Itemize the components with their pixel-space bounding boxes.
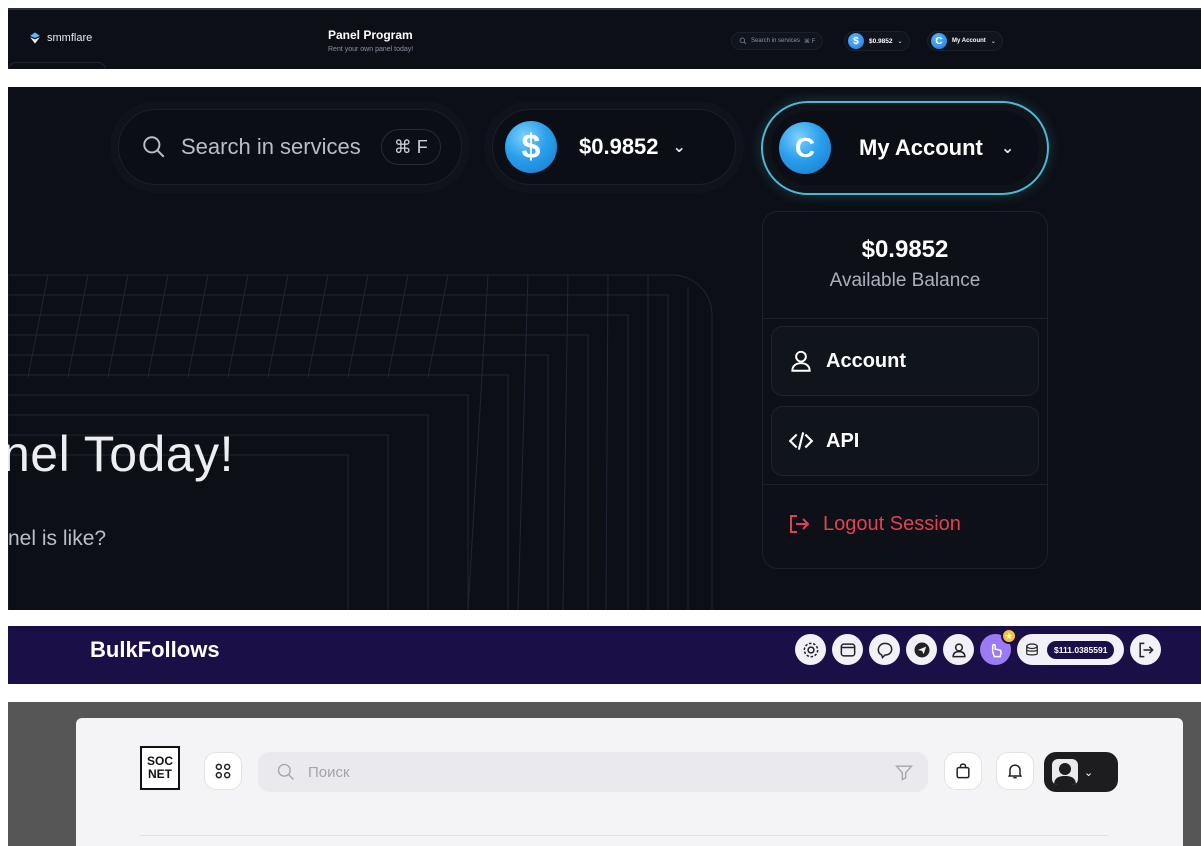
profile-menu-button[interactable]: ⌄ — [1044, 752, 1118, 792]
avatar: C — [779, 122, 831, 174]
search-button[interactable]: Search in services ⌘ F — [118, 109, 462, 185]
hero-description: nel is like? — [8, 527, 107, 550]
settings-icon — [803, 642, 818, 657]
support-button[interactable] — [869, 634, 900, 665]
menu-divider — [763, 484, 1047, 485]
support-icon — [877, 642, 892, 659]
chevron-down-icon: ⌄ — [1084, 766, 1094, 779]
menu-item-api[interactable]: API — [771, 406, 1039, 476]
socnet-logo[interactable]: SOC NET — [140, 746, 180, 790]
dollar-coin-icon: $ — [848, 33, 864, 49]
notifications-button[interactable] — [996, 752, 1034, 790]
brand-logo[interactable]: BulkFollows — [90, 637, 220, 663]
header-icon-bar: ★ $111.0385591 — [795, 628, 1162, 665]
page-subtitle: Rent your own panel today! — [328, 46, 414, 53]
coins-icon — [1026, 642, 1038, 655]
logout-icon — [790, 515, 810, 533]
pointer-button[interactable]: ★ — [980, 628, 1017, 665]
menu-item-label: Account — [826, 349, 906, 372]
balance-value: $111.0385591 — [1047, 640, 1115, 659]
user-icon — [791, 350, 811, 372]
shopping-bag-icon — [956, 763, 970, 779]
logout-button[interactable]: Logout Session — [787, 512, 961, 536]
socnet-header: SOC NET Поиск ⌄ — [8, 702, 1201, 846]
search-icon — [143, 136, 165, 158]
code-icon — [788, 432, 814, 450]
logo-text: smmflare — [47, 32, 93, 44]
dollar-coin-icon: $ — [505, 121, 557, 173]
filter-icon[interactable] — [894, 762, 914, 782]
balance-value: $0.9852 — [869, 37, 893, 45]
balance-button[interactable]: $111.0385591 — [1017, 634, 1125, 665]
avatar — [1052, 759, 1078, 785]
account-dropdown-view: nel Today! nel is like? Search in servic… — [8, 87, 1201, 610]
chevron-down-icon: ⌄ — [1000, 140, 1015, 157]
bulkfollows-header: BulkFollows ★ $111.0385591 — [8, 626, 1201, 684]
settings-button[interactable] — [795, 634, 826, 665]
wallet-icon — [840, 642, 855, 657]
wallet-button[interactable] — [832, 634, 863, 665]
logout-icon — [1139, 642, 1154, 657]
menu-divider — [763, 318, 1047, 319]
hand-pointer-icon — [991, 643, 1002, 657]
chevron-down-icon: ⌄ — [990, 38, 996, 45]
search-button[interactable]: Search in services ⌘ F — [731, 32, 824, 50]
search-icon — [739, 37, 747, 45]
telegram-icon — [914, 642, 929, 657]
header-tab-outline — [8, 62, 106, 69]
user-silhouette-icon — [1054, 763, 1076, 785]
grid-apps-icon — [215, 763, 231, 779]
hero-title: nel Today! — [8, 426, 235, 482]
smmflare-header: smmflare Panel Program Rent your own pan… — [8, 8, 1201, 69]
menu-item-label: API — [826, 429, 860, 452]
user-icon — [951, 642, 966, 657]
telegram-button[interactable] — [906, 634, 937, 665]
cart-button[interactable] — [944, 752, 982, 790]
account-button[interactable]: C My Account ⌄ — [927, 31, 1003, 51]
menu-balance-label: Available Balance — [829, 270, 981, 291]
search-icon — [277, 763, 294, 780]
logo-text-bottom: NET — [148, 767, 172, 781]
balance-button[interactable]: $ $0.9852 ⌄ — [492, 109, 736, 185]
chevron-down-icon: ⌄ — [897, 38, 903, 45]
balance-button[interactable]: $ $0.9852 ⌄ — [844, 31, 910, 51]
account-label: My Account — [859, 135, 983, 160]
profile-button[interactable] — [943, 634, 974, 665]
menu-balance: $0.9852 — [861, 236, 949, 263]
smmflare-logo[interactable]: smmflare — [28, 31, 92, 45]
search-placeholder: Search in services — [181, 134, 361, 159]
search-placeholder: Search in services — [751, 38, 801, 44]
search-placeholder: Поиск — [308, 763, 350, 781]
header-card: SOC NET Поиск ⌄ — [76, 718, 1183, 846]
logout-button[interactable] — [1130, 634, 1162, 665]
logout-label: Logout Session — [823, 512, 961, 535]
page-title: Panel Program — [328, 28, 413, 42]
menu-item-account[interactable]: Account — [771, 326, 1039, 396]
chevron-down-icon: ⌄ — [672, 139, 686, 156]
header-divider — [140, 835, 1108, 836]
flare-logo-icon — [30, 32, 40, 44]
account-label: My Account — [952, 38, 986, 44]
apps-menu-button[interactable] — [204, 752, 242, 790]
search-input[interactable]: Поиск — [258, 752, 928, 792]
bell-icon — [1007, 764, 1023, 779]
account-button[interactable]: C My Account ⌄ — [761, 101, 1049, 195]
balance-value: $0.9852 — [579, 134, 659, 159]
star-badge-icon: ★ — [1001, 628, 1017, 644]
avatar: C — [931, 33, 947, 49]
search-shortcut: ⌘ F — [804, 38, 816, 45]
search-shortcut: ⌘ F — [380, 129, 441, 165]
account-menu: $0.9852 Available Balance Account API Lo… — [762, 211, 1048, 569]
